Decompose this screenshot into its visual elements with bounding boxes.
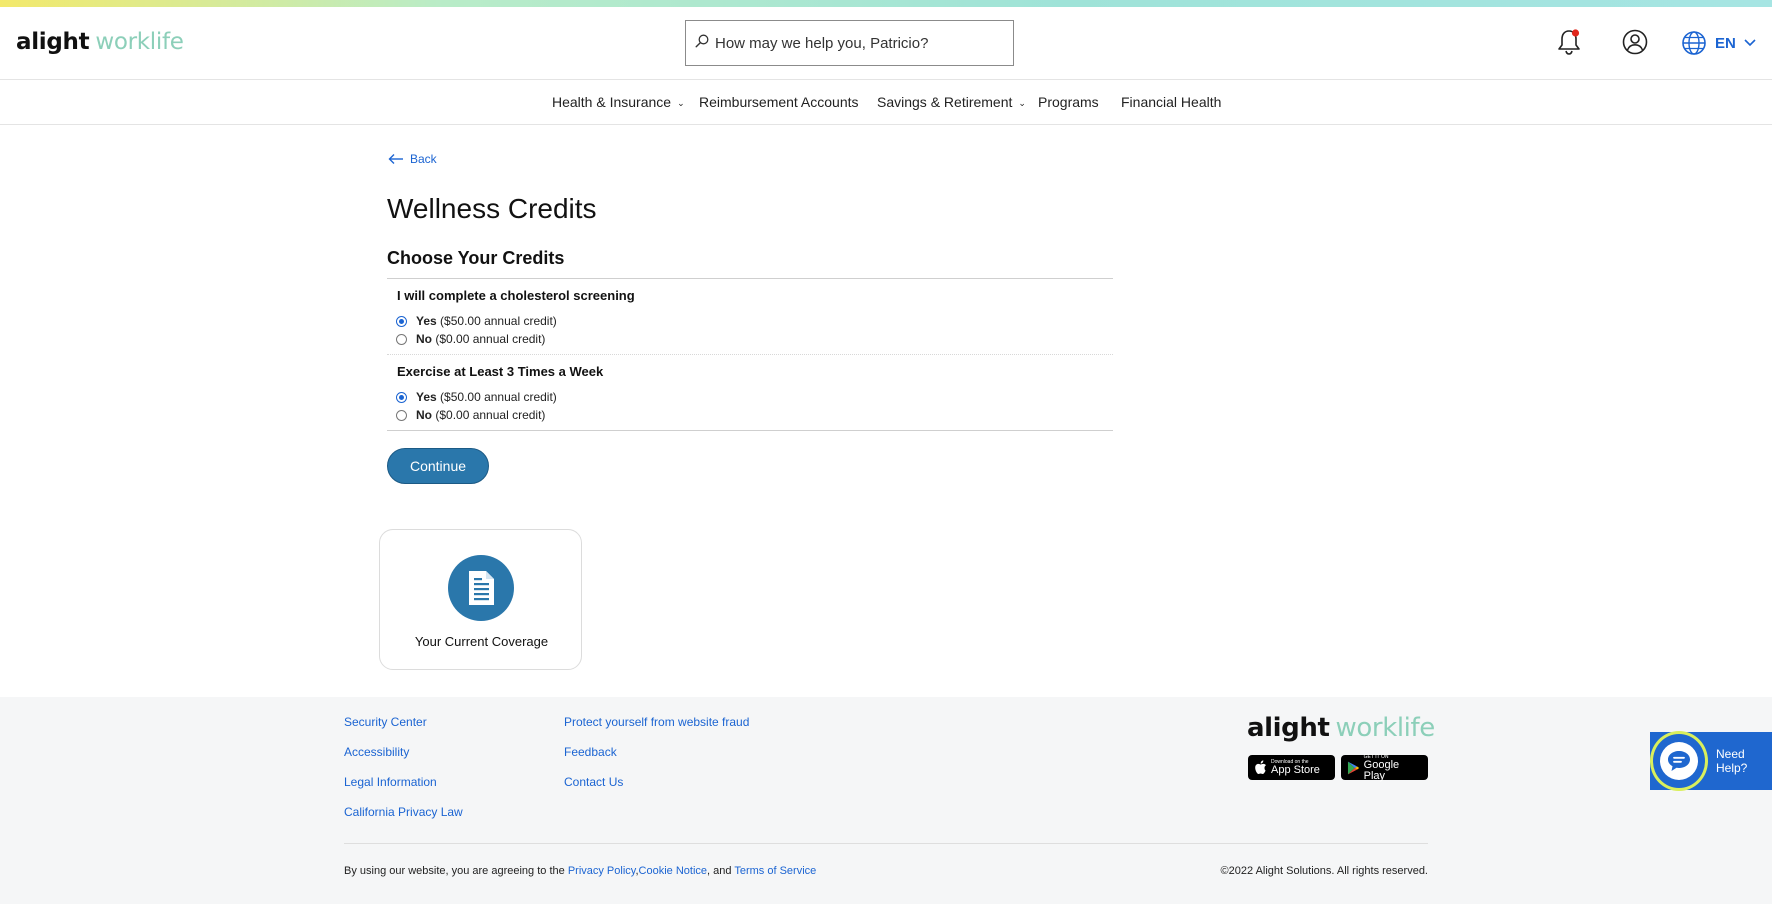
nav-item-programs[interactable]: Programs	[1038, 80, 1099, 124]
google-play-icon	[1347, 761, 1360, 774]
chevron-down-icon: ⌄	[1018, 98, 1026, 108]
option-text: Yes ($50.00 annual credit)	[416, 314, 557, 328]
notifications-button[interactable]	[1553, 26, 1585, 58]
legal-notice: By using our website, you are agreeing t…	[344, 865, 817, 877]
header: alightworklife EN	[0, 7, 1772, 79]
nav-label: Reimbursement Accounts	[699, 94, 859, 110]
top-accent-bar	[0, 0, 1772, 7]
radio-unselected[interactable]	[396, 333, 407, 345]
footer-link-website-fraud[interactable]: Protect yourself from website fraud	[564, 715, 749, 729]
footer-link-california-privacy-law[interactable]: California Privacy Law	[344, 805, 463, 819]
radio-unselected[interactable]	[396, 409, 407, 421]
question-cholesterol-screening: I will complete a cholesterol screening	[397, 288, 635, 303]
option-detail: ($50.00 annual credit)	[440, 390, 557, 404]
continue-button[interactable]: Continue	[387, 448, 489, 484]
app-store-text: Download on the App Store	[1271, 759, 1320, 776]
footer-divider	[344, 843, 1428, 844]
option-text: No ($0.00 annual credit)	[416, 332, 545, 346]
need-help-line2: Help?	[1716, 761, 1748, 775]
logo-part-alight: alight	[16, 29, 90, 55]
copyright: ©2022 Alight Solutions. All rights reser…	[1220, 865, 1428, 877]
section-title: Choose Your Credits	[387, 248, 565, 268]
app-store-big-text: App Store	[1271, 764, 1320, 776]
arrow-left-icon	[388, 154, 403, 164]
need-help-label: Need Help?	[1716, 747, 1747, 775]
search-input[interactable]	[713, 21, 1003, 65]
legal-and: , and	[707, 865, 732, 877]
question-exercise: Exercise at Least 3 Times a Week	[397, 364, 604, 379]
document-icon-circle	[448, 555, 514, 621]
footer-link-feedback[interactable]: Feedback	[564, 745, 617, 759]
footer-link-security-center[interactable]: Security Center	[344, 715, 427, 729]
language-label: EN	[1715, 34, 1736, 52]
option-detail: ($0.00 annual credit)	[435, 408, 546, 422]
language-selector[interactable]: EN	[1681, 27, 1756, 59]
option-exercise-no[interactable]: No ($0.00 annual credit)	[396, 408, 545, 422]
option-detail: ($50.00 annual credit)	[440, 314, 557, 328]
main-navigation: Health & Insurance ⌄ Reimbursement Accoun…	[0, 79, 1772, 125]
alight-worklife-logo[interactable]: alight worklife	[16, 29, 184, 55]
nav-label: Programs	[1038, 94, 1099, 110]
help-bubble-inner	[1660, 742, 1698, 780]
google-play-big-text: Google Play	[1363, 758, 1400, 782]
option-text: No ($0.00 annual credit)	[416, 408, 545, 422]
option-answer: No	[416, 332, 432, 346]
chat-icon	[1668, 751, 1690, 771]
option-answer: Yes	[416, 314, 437, 328]
logo-part-worklife: worklife	[95, 29, 184, 55]
nav-item-health-insurance[interactable]: Health & Insurance ⌄	[552, 80, 685, 124]
footer-alight-worklife-logo: alight worklife	[1247, 713, 1435, 743]
chevron-down-icon	[1744, 39, 1756, 47]
nav-label: Health & Insurance	[552, 94, 672, 110]
apple-icon	[1255, 760, 1266, 774]
document-icon	[469, 571, 494, 605]
user-icon	[1622, 29, 1648, 55]
option-answer: No	[416, 408, 432, 422]
legal-prefix: By using our website, you are agreeing t…	[344, 865, 565, 877]
app-store-badge[interactable]: Download on the App Store	[1248, 755, 1335, 780]
option-exercise-yes[interactable]: Yes ($50.00 annual credit)	[396, 390, 557, 404]
chevron-down-icon: ⌄	[677, 98, 685, 108]
footer-link-contact-us[interactable]: Contact Us	[564, 775, 623, 789]
divider	[387, 278, 1113, 279]
current-coverage-card[interactable]: Your Current Coverage	[379, 529, 582, 670]
cookie-notice-link[interactable]: Cookie Notice	[639, 865, 707, 877]
option-cholesterol-yes[interactable]: Yes ($50.00 annual credit)	[396, 314, 557, 328]
current-coverage-label: Your Current Coverage	[414, 634, 549, 649]
google-play-text: GET IT ON Google Play	[1364, 754, 1422, 782]
privacy-policy-link[interactable]: Privacy Policy	[568, 865, 636, 877]
terms-of-service-link[interactable]: Terms of Service	[734, 865, 816, 877]
back-label: Back	[410, 152, 437, 166]
option-detail: ($0.00 annual credit)	[435, 332, 546, 346]
help-bubble	[1650, 731, 1708, 791]
nav-label: Savings & Retirement	[877, 94, 1013, 110]
footer-link-legal-information[interactable]: Legal Information	[344, 775, 437, 789]
footer-link-accessibility[interactable]: Accessibility	[344, 745, 409, 759]
search-icon	[695, 34, 709, 48]
radio-selected[interactable]	[396, 391, 407, 403]
need-help-line1: Need	[1716, 747, 1745, 761]
logo-part-alight: alight	[1247, 713, 1330, 743]
divider	[387, 354, 1113, 355]
radio-selected[interactable]	[396, 315, 407, 327]
page-title: Wellness Credits	[387, 193, 597, 224]
footer: Security Center Accessibility Legal Info…	[0, 697, 1772, 904]
option-cholesterol-no[interactable]: No ($0.00 annual credit)	[396, 332, 545, 346]
need-help-button[interactable]: Need Help?	[1650, 731, 1772, 791]
nav-item-savings-retirement[interactable]: Savings & Retirement ⌄	[877, 80, 1026, 124]
nav-label: Financial Health	[1121, 94, 1222, 110]
profile-button[interactable]	[1619, 26, 1651, 58]
divider	[387, 430, 1113, 431]
nav-item-reimbursement-accounts[interactable]: Reimbursement Accounts	[699, 80, 859, 124]
nav-item-financial-health[interactable]: Financial Health	[1121, 80, 1221, 124]
option-text: Yes ($50.00 annual credit)	[416, 390, 557, 404]
google-play-badge[interactable]: GET IT ON Google Play	[1341, 754, 1428, 782]
globe-icon	[1682, 31, 1706, 55]
option-answer: Yes	[416, 390, 437, 404]
search-box[interactable]	[685, 20, 1014, 66]
bell-icon	[1558, 29, 1580, 55]
back-link[interactable]: Back	[388, 152, 437, 166]
logo-part-worklife: worklife	[1335, 713, 1436, 743]
